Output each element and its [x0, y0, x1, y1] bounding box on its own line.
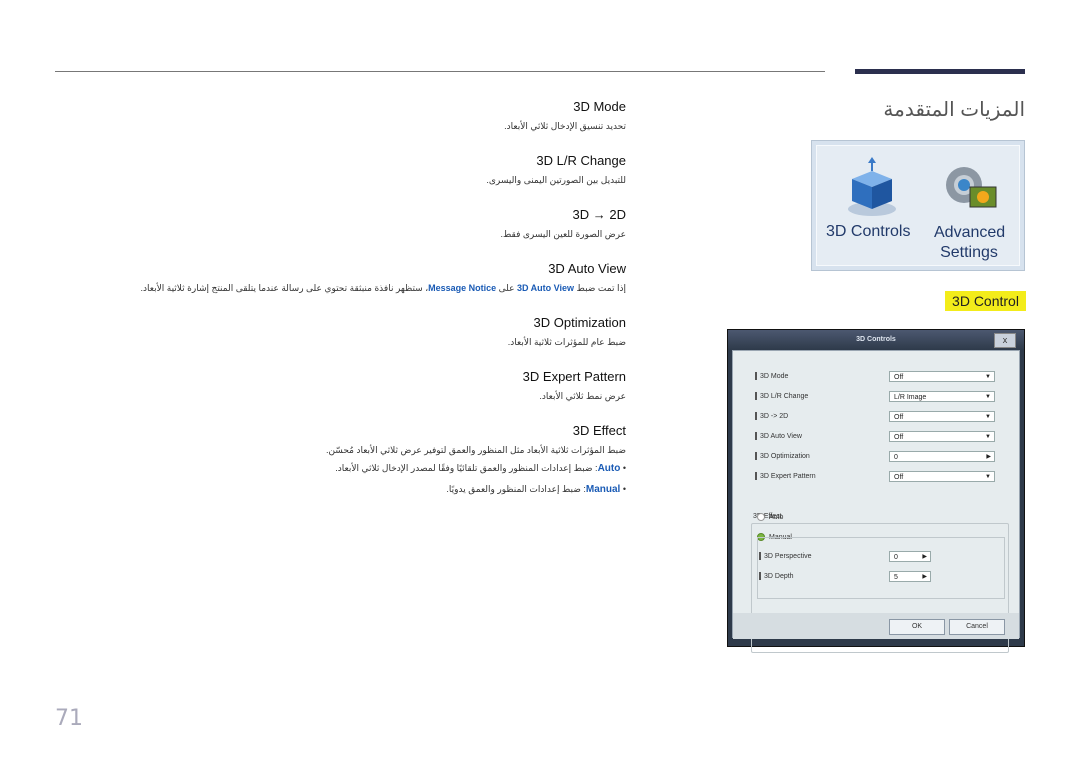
stepper-3d-perspective[interactable]: 0 ▶	[889, 551, 931, 562]
dropdown-arrow-icon: ▼	[985, 374, 991, 380]
select-value: Off	[894, 374, 904, 381]
keyword: Auto	[597, 463, 621, 474]
item-3d-effect: 3D Effect ضبط المؤثرات ثلاثية الأبعاد مث…	[60, 420, 626, 500]
item-heading: 3D Auto View	[548, 261, 626, 276]
item-desc: إذا تمت ضبط 3D Auto View على Message Not…	[60, 280, 626, 296]
bullet-manual: • Manual: ضبط إعدادات المنظور والعمق يدو…	[446, 484, 626, 495]
select-3d-auto-view[interactable]: Off ▼	[889, 431, 995, 442]
manual-subgroup	[757, 537, 1005, 599]
row-3d-perspective: 3D Perspective	[759, 551, 999, 563]
chevron-right-icon[interactable]: ▶	[986, 452, 991, 463]
stepper-value: 0	[894, 454, 898, 461]
page-number: 71	[55, 706, 83, 731]
radio-label: Auto	[769, 513, 784, 521]
bullet-auto: • Auto: ضبط إعدادات المنظور والعمق تلقائ…	[335, 463, 626, 474]
item-desc: عرض الصورة للعين اليسرى فقط.	[500, 229, 626, 239]
cancel-button[interactable]: Cancel	[949, 619, 1005, 635]
select-value: L/R Image	[894, 394, 927, 401]
content-column: 3D Mode تحديد تنسيق الإدخال ثلاثي الأبعا…	[60, 96, 626, 516]
keyword: Manual	[585, 484, 621, 495]
row-3d-depth: 3D Depth	[759, 571, 999, 583]
desc-part: على	[496, 283, 518, 293]
chevron-right-icon[interactable]: ▶	[922, 552, 927, 563]
select-3d-expert-pattern[interactable]: Off ▼	[889, 471, 995, 482]
row-label: 3D Perspective	[764, 553, 812, 560]
item-desc: ضبط المؤثرات ثلاثية الأبعاد مثل المنظور …	[325, 445, 626, 455]
section-title: المزيات المتقدمة	[883, 99, 1025, 121]
dialog-body: 3D Mode Off ▼ 3D L/R Change L/R Image ▼ 3D…	[732, 350, 1020, 653]
item-heading: 3D Mode	[573, 99, 626, 114]
3d-cube-icon	[848, 157, 896, 216]
ok-button[interactable]: OK	[889, 619, 945, 635]
item-3d-auto-view: 3D Auto View إذا تمت ضبط 3D Auto View عل…	[60, 258, 626, 296]
dialog-button-bar: OK Cancel	[733, 613, 1019, 639]
row-label: 3D Auto View	[760, 433, 802, 440]
dialog-3d-controls: 3D Controls x 3D Mode Off ▼ 3D L/R Change…	[727, 329, 1025, 653]
stepper-3d-optimization[interactable]: 0 ▶	[889, 451, 995, 462]
radio-dot	[757, 513, 765, 521]
row-bar	[755, 472, 757, 481]
item-desc: تحديد تنسيق الإدخال ثلاثي الأبعاد.	[504, 121, 626, 131]
row-label: 3D Expert Pattern	[760, 473, 816, 480]
desc-part: ، ستظهر نافذة منبثقة تحتوي على رسالة عند…	[140, 283, 429, 293]
item-3d-lr-change: 3D L/R Change للتبديل بين الصورتين اليمن…	[60, 150, 626, 188]
row-label: 3D Depth	[764, 573, 794, 580]
chevron-right-icon[interactable]: ▶	[922, 572, 927, 583]
item-heading: 3D Effect	[572, 423, 626, 438]
dropdown-arrow-icon: ▼	[985, 414, 991, 420]
item-heading: 3D → 2D	[572, 207, 626, 222]
dialog-title: 3D Controls	[728, 330, 1024, 350]
close-icon[interactable]: x	[994, 333, 1016, 348]
item-desc: للتبديل بين الصورتين اليمنى واليسرى.	[486, 175, 626, 185]
header-accent-bar	[855, 69, 1025, 74]
radio-auto[interactable]: Auto	[757, 513, 783, 521]
tile-label-line: Settings	[940, 244, 998, 261]
dropdown-arrow-icon: ▼	[985, 434, 991, 440]
gear-icon	[946, 167, 997, 208]
row-bar	[755, 392, 757, 401]
row-bar	[759, 552, 761, 561]
stepper-value: 0	[894, 554, 898, 561]
tile-label-line: Advanced	[934, 224, 1006, 241]
dropdown-arrow-icon: ▼	[985, 394, 991, 400]
item-desc: ضبط عام للمؤثرات ثلاثية الأبعاد.	[507, 337, 626, 347]
desc-part: إذا تمت ضبط	[574, 283, 626, 293]
row-label: 3D Optimization	[760, 453, 810, 460]
item-3d-mode: 3D Mode تحديد تنسيق الإدخال ثلاثي الأبعا…	[60, 96, 626, 134]
select-value: Off	[894, 434, 904, 441]
keyword: 3D Auto View	[517, 283, 575, 293]
row-label: 3D L/R Change	[760, 393, 809, 400]
keyword: Message Notice	[428, 283, 497, 293]
tile-label-advanced-settings: Advanced Settings	[934, 223, 1006, 263]
item-3d-expert-pattern: 3D Expert Pattern عرض نمط ثلاثي الأبعاد.	[60, 366, 626, 404]
item-heading: 3D Optimization	[533, 315, 626, 330]
select-3d-to-2d[interactable]: Off ▼	[889, 411, 995, 422]
row-label: 3D Mode	[760, 373, 789, 380]
row-bar	[755, 432, 757, 441]
highlight-badge: 3D Control	[945, 291, 1026, 311]
select-3d-mode[interactable]: Off ▼	[889, 371, 995, 382]
bullet-text: : ضبط إعدادات المنظور والعمق تلقائيًا وف…	[335, 463, 598, 473]
item-desc: عرض نمط ثلاثي الأبعاد.	[539, 391, 626, 401]
tile-label-3d-controls: 3D Controls	[826, 223, 911, 240]
row-bar	[755, 412, 757, 421]
stepper-value: 5	[894, 574, 898, 581]
dropdown-arrow-icon: ▼	[985, 474, 991, 480]
row-label: 3D -> 2D	[760, 413, 789, 420]
item-3d-to-2d: 3D → 2D عرض الصورة للعين اليسرى فقط.	[60, 204, 626, 242]
row-bar	[755, 452, 757, 461]
item-heading: 3D L/R Change	[536, 153, 626, 168]
row-bar	[755, 372, 757, 381]
item-3d-optimization: 3D Optimization ضبط عام للمؤثرات ثلاثية …	[60, 312, 626, 350]
header-rule	[55, 71, 825, 72]
select-value: Off	[894, 474, 904, 481]
select-3d-lr-change[interactable]: L/R Image ▼	[889, 391, 995, 402]
row-bar	[759, 572, 761, 581]
stepper-3d-depth[interactable]: 5 ▶	[889, 571, 931, 582]
item-heading: 3D Expert Pattern	[522, 369, 626, 384]
select-value: Off	[894, 414, 904, 421]
menu-tile-image: 3D Controls Advanced Settings	[811, 140, 1025, 271]
bullet-text: : ضبط إعدادات المنظور والعمق يدويًا.	[446, 484, 586, 494]
